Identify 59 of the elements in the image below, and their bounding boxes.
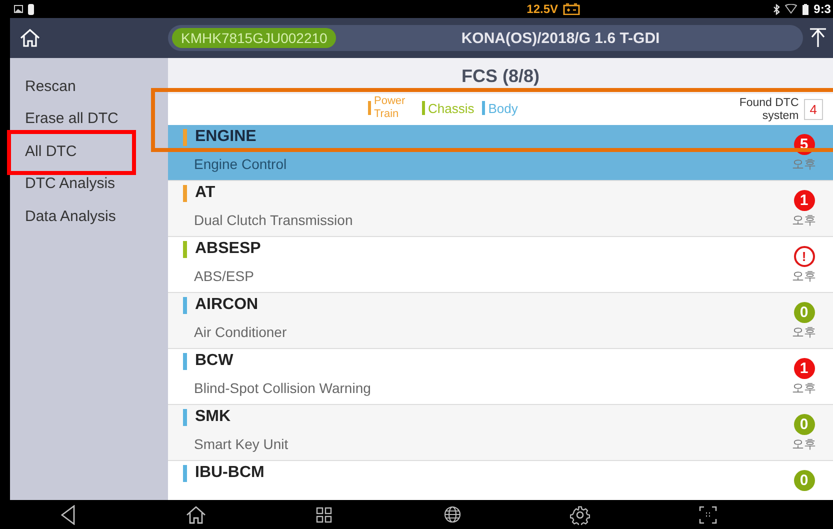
- dtc-count-badge: 0: [794, 302, 814, 323]
- frame-corners-icon: [699, 506, 717, 524]
- globe-icon: [444, 506, 460, 523]
- car-battery-icon: [563, 3, 580, 15]
- sidebar-item[interactable]: Data Analysis: [10, 200, 168, 232]
- system-description: Smart Key Unit: [194, 436, 288, 452]
- system-description: Blind-Spot Collision Warning: [194, 380, 371, 396]
- wifi-icon: [784, 4, 797, 14]
- found-dtc-count: 4: [804, 99, 823, 120]
- system-name: AT: [195, 184, 216, 202]
- system-name: SMK: [195, 408, 231, 426]
- dtc-count-badge: 1: [794, 190, 814, 211]
- legend-label: Body: [488, 100, 518, 116]
- system-row[interactable]: IBU-BCM 0: [168, 461, 833, 501]
- dtc-count-badge: 0: [794, 470, 814, 491]
- legend-label: Power Train: [374, 95, 406, 121]
- battery-icon: [802, 4, 809, 14]
- system-description: Engine Control: [194, 156, 287, 172]
- time-label: 오후: [792, 436, 816, 453]
- system-row[interactable]: BCW Blind-Spot Collision Warning 1 오후: [168, 349, 833, 405]
- vin-badge: KMHK7815GJU002210: [172, 28, 336, 48]
- system-name: ENGINE: [195, 128, 256, 146]
- sidebar-item[interactable]: All DTC: [10, 135, 168, 168]
- grid-icon: [316, 506, 332, 522]
- legend-label: Chassis: [428, 100, 474, 116]
- system-name: BCW: [195, 352, 234, 370]
- battery-icon: [28, 4, 34, 14]
- time-label: 오후: [792, 212, 816, 229]
- sidebar-item[interactable]: DTC Analysis: [10, 168, 168, 200]
- back-icon: [60, 504, 76, 524]
- clock: 9:3: [814, 2, 831, 16]
- settings-icon: [570, 504, 590, 524]
- bluetooth-icon: [772, 4, 780, 14]
- time-label: 오후: [792, 324, 816, 341]
- upload-icon: [809, 28, 827, 48]
- home-icon: [19, 28, 41, 48]
- time-label: 오후: [792, 156, 816, 173]
- system-description: ABS/ESP: [194, 268, 255, 284]
- system-name: IBU-BCM: [195, 464, 264, 482]
- dtc-count-badge: 1: [794, 358, 814, 379]
- sidebar-item[interactable]: Erase all DTC: [10, 102, 168, 135]
- system-row[interactable]: AT Dual Clutch Transmission 1 오후: [168, 181, 833, 237]
- system-description: Air Conditioner: [194, 324, 287, 340]
- system-row[interactable]: SMK Smart Key Unit 0 오후: [168, 405, 833, 461]
- voltage-reading: 12.5V: [526, 2, 558, 16]
- sidebar-item[interactable]: Rescan: [10, 70, 168, 102]
- system-name: ABSESP: [195, 240, 261, 258]
- time-label: 오후: [792, 380, 816, 397]
- vehicle-name: KONA(OS)/2018/G 1.6 T-GDI: [461, 30, 660, 46]
- system-description: Dual Clutch Transmission: [194, 212, 353, 228]
- system-name: AIRCON: [195, 296, 258, 314]
- time-label: 오후: [792, 268, 816, 285]
- system-row[interactable]: ABSESP ABS/ESP ! 오후: [168, 237, 833, 293]
- system-row[interactable]: AIRCON Air Conditioner 0 오후: [168, 293, 833, 349]
- dtc-count-badge: !: [794, 246, 814, 267]
- home-icon: [185, 504, 207, 524]
- found-dtc-label: Found DTC system: [738, 96, 799, 122]
- dtc-count-badge: 0: [794, 414, 814, 435]
- page-title: FCS (8/8): [460, 64, 540, 88]
